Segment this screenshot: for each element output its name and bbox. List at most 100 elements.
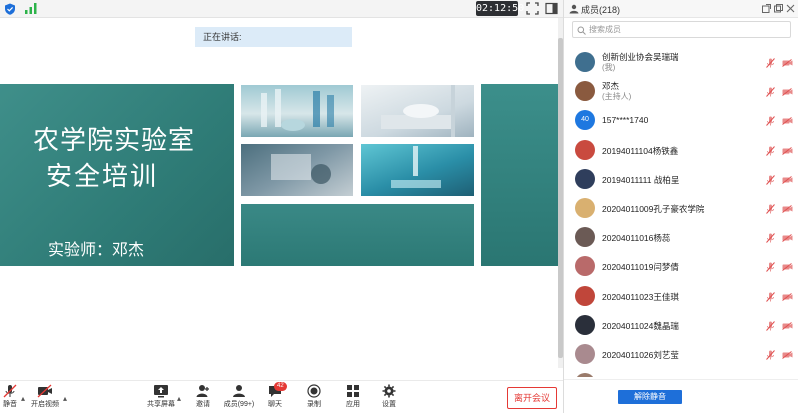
leave-meeting-button[interactable]: 离开会议 <box>507 387 557 409</box>
popout-icon[interactable] <box>762 4 771 13</box>
avatar <box>575 256 595 277</box>
record-button[interactable]: 录制 <box>304 384 324 409</box>
members-footer: 解除静音 <box>564 379 798 413</box>
speaking-indicator: 正在讲话: <box>195 27 352 47</box>
member-row[interactable]: 20204011016杨蕊 <box>564 222 798 250</box>
camera-off-icon[interactable] <box>782 321 793 330</box>
shared-slide: 农学院实验室 安全培训 实验师：邓杰 <box>0 84 560 266</box>
camera-off-icon <box>37 384 52 398</box>
camera-off-icon[interactable] <box>782 292 793 301</box>
camera-off-icon[interactable] <box>782 234 793 243</box>
shield-icon[interactable] <box>4 3 16 15</box>
invite-button[interactable]: 邀请 <box>193 384 213 409</box>
search-icon <box>577 26 586 35</box>
avatar <box>575 373 595 377</box>
share-options-chevron-icon[interactable]: ▴ <box>177 394 181 403</box>
avatar <box>575 198 595 218</box>
member-row[interactable]: 20204011026刘艺莹 <box>564 339 798 367</box>
camera-off-icon[interactable] <box>782 88 793 97</box>
members-panel-header: 成员(218) <box>564 0 798 18</box>
lab-photo-keyboard <box>361 85 474 137</box>
camera-off-icon[interactable] <box>782 146 793 155</box>
fullscreen-icon[interactable] <box>526 2 539 15</box>
record-icon <box>307 384 321 398</box>
member-row[interactable]: 创新创业协会吴瑞瑞 (我) <box>564 47 798 75</box>
member-name: 20194011111 战柏呈 <box>602 174 680 185</box>
mic-muted-icon[interactable] <box>766 320 775 331</box>
member-row[interactable]: 20194011104杨铁鑫 <box>564 135 798 163</box>
member-name: 20204011019闫梦倩 <box>602 262 679 273</box>
member-row[interactable]: 20204011019闫梦倩 <box>564 251 798 279</box>
mic-muted-icon[interactable] <box>766 145 775 156</box>
gear-icon <box>382 384 396 398</box>
member-row[interactable]: 20204011031刘可心 <box>564 368 798 377</box>
chat-button[interactable]: 42 聊天 <box>265 382 287 409</box>
mic-muted-icon[interactable] <box>766 87 775 98</box>
member-row[interactable]: 20194011111 战柏呈 <box>564 164 798 192</box>
member-row[interactable]: 邓杰 (主持人) <box>564 76 798 104</box>
camera-off-icon[interactable] <box>782 59 793 67</box>
avatar <box>575 139 595 160</box>
member-row[interactable]: 20204011009孔子豪农学院 <box>564 193 798 221</box>
share-screen-button[interactable]: 共享屏幕 <box>146 384 176 409</box>
camera-off-icon[interactable] <box>782 117 793 126</box>
camera-off-icon[interactable] <box>782 175 793 184</box>
camera-off-icon[interactable] <box>782 351 793 359</box>
meeting-top-bar: 02:12:50 <box>0 0 563 18</box>
share-screen-label: 共享屏幕 <box>147 401 175 408</box>
camera-off-icon[interactable] <box>782 263 793 272</box>
search-input[interactable] <box>589 23 787 36</box>
camera-off-icon[interactable] <box>782 205 793 213</box>
member-row[interactable]: 40 157****1740 <box>564 105 798 133</box>
member-role: (我) <box>602 63 616 72</box>
invite-label: 邀请 <box>196 401 210 408</box>
mute-options-chevron-icon[interactable]: ▴ <box>21 394 25 403</box>
sidebar-toggle-icon[interactable] <box>545 2 558 15</box>
mic-muted-icon[interactable] <box>766 233 775 244</box>
restore-window-icon[interactable] <box>774 4 783 13</box>
members-panel-title: 成员(218) <box>581 5 621 15</box>
mute-button[interactable]: 静音 <box>0 384 20 409</box>
unmute-all-button[interactable]: 解除静音 <box>618 390 682 404</box>
members-list: 创新创业协会吴瑞瑞 (我) 邓杰 (主持人) 40 157****1740 20194011… <box>564 47 798 377</box>
close-icon[interactable] <box>786 4 795 13</box>
settings-button[interactable]: 设置 <box>379 384 399 409</box>
network-signal-icon[interactable] <box>25 3 37 14</box>
avatar: 40 <box>575 110 595 131</box>
start-video-button[interactable]: 开启视频 <box>30 384 60 409</box>
add-person-icon <box>196 385 209 397</box>
member-name: 20194011104杨铁鑫 <box>602 145 679 156</box>
member-name: 20204011009孔子豪农学院 <box>602 204 705 214</box>
avatar <box>575 81 595 102</box>
member-row[interactable]: 20204011023王佳琪 <box>564 281 798 309</box>
slide-teacher: 实验师：邓杰 <box>48 240 145 259</box>
member-role: (主持人) <box>602 92 632 102</box>
mute-label: 静音 <box>3 401 17 408</box>
member-name: 20204011024魏晶瑞 <box>602 320 679 331</box>
mic-muted-icon[interactable] <box>766 58 775 68</box>
lab-photo-glassware <box>241 85 353 137</box>
mic-muted-icon[interactable] <box>766 174 775 185</box>
mic-muted-icon[interactable] <box>766 291 775 302</box>
lab-photo-microscope <box>241 144 353 196</box>
apps-icon <box>347 385 359 397</box>
meeting-toolbar: 静音 ▴ 开启视频 ▴ 共享屏幕 ▴ 邀请 成员(99+) 42 聊天 录制 应… <box>0 380 563 413</box>
members-panel: 成员(218) 创新创业协会吴瑞瑞(我)邓杰(主持人) 40 157****1740… <box>563 0 798 413</box>
slide-teal-side <box>481 84 560 266</box>
meeting-timer: 02:12:50 <box>476 1 525 16</box>
mic-muted-icon[interactable] <box>766 204 775 214</box>
apps-button[interactable]: 应用 <box>343 384 363 409</box>
mic-muted-icon[interactable] <box>766 116 775 127</box>
chat-unread-badge: 42 <box>274 382 287 391</box>
mic-muted-icon[interactable] <box>766 350 775 360</box>
members-icon <box>569 4 579 14</box>
members-button[interactable]: 成员(99+) <box>222 384 256 409</box>
member-row[interactable]: 20204011024魏晶瑞 <box>564 310 798 338</box>
mic-muted-icon[interactable] <box>766 262 775 273</box>
chat-label: 聊天 <box>268 401 282 408</box>
video-options-chevron-icon[interactable]: ▴ <box>63 394 67 403</box>
apps-label: 应用 <box>346 401 360 408</box>
settings-label: 设置 <box>382 401 396 408</box>
member-name: 20204011026刘艺莹 <box>602 350 679 360</box>
member-name: 20204011023王佳琪 <box>602 291 679 302</box>
